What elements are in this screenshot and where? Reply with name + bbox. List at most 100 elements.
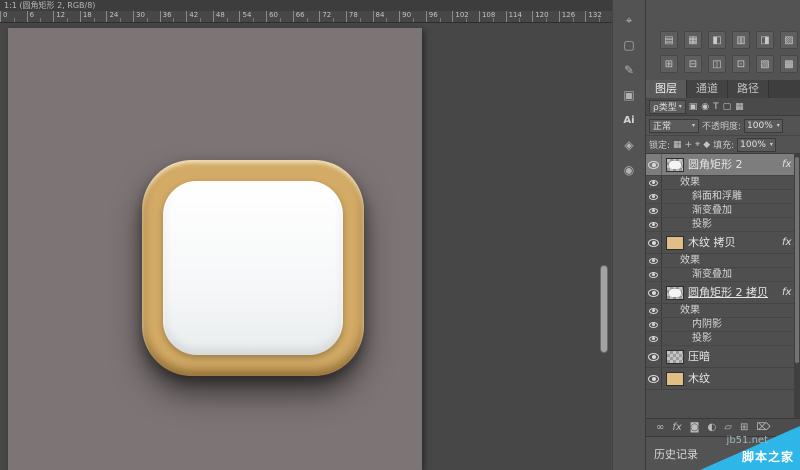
filter-type-icon[interactable]: ▦ [735, 102, 744, 112]
lock-icon[interactable]: ⌖ [695, 140, 700, 150]
move-tool-icon[interactable]: ⌖ [618, 9, 640, 31]
panel-dock-icon[interactable]: ▧ [756, 55, 774, 73]
ruler-number: 126 [562, 11, 575, 19]
fill-value[interactable]: 100% ▾ [737, 138, 776, 152]
panel-dock-icon[interactable]: ◫ [708, 55, 726, 73]
canvas-vertical-scrollbar[interactable] [600, 265, 608, 353]
layers-scrollbar-thumb[interactable] [795, 157, 799, 363]
layer-style-icon[interactable]: fx [672, 422, 681, 433]
panel-dock-icon[interactable]: ▩ [780, 55, 798, 73]
panel-dock-icon[interactable]: ◧ [708, 31, 726, 49]
link-layers-icon[interactable]: ∞ [656, 422, 664, 433]
eye-icon [648, 239, 659, 247]
history-label: 历史记录 [654, 448, 698, 461]
filter-kind-select[interactable]: ρ类型 ▾ [649, 100, 686, 114]
layers-scrollbar-track[interactable] [794, 154, 800, 418]
watermark-name: 脚本之家 [742, 448, 794, 465]
effect-row[interactable]: 斜面和浮雕 [646, 190, 800, 204]
visibility-toggle[interactable] [646, 282, 662, 303]
document-canvas[interactable] [8, 28, 422, 470]
visibility-toggle[interactable] [646, 154, 662, 175]
lock-icon[interactable]: ◆ [703, 140, 710, 150]
fx-badge[interactable]: fx [782, 287, 791, 298]
ruler-tick: 102 [452, 11, 479, 22]
lock-icon[interactable]: ▦ [673, 140, 682, 150]
visibility-toggle[interactable] [646, 218, 662, 231]
blend-mode-select[interactable]: 正常 ▾ [649, 119, 699, 133]
panel-dock-icon[interactable]: ▦ [684, 31, 702, 49]
photoshop-window: 1:1 (圆角矩形 2, RGB/8) 06121824303642485460… [0, 0, 800, 470]
visibility-toggle[interactable] [646, 318, 662, 331]
effect-name: 效果 [662, 304, 700, 318]
marquee-tool-icon[interactable]: ▢ [618, 34, 640, 56]
layer-name: 压暗 [688, 346, 800, 368]
panel-tab[interactable]: 图层 [646, 80, 687, 98]
add-layer-mask-icon[interactable]: ◙ [690, 422, 700, 433]
lock-icon[interactable]: + [685, 140, 693, 150]
visibility-toggle[interactable] [646, 232, 662, 253]
panel-dock-icon[interactable]: ▨ [780, 31, 798, 49]
ruler-tick: 24 [106, 11, 133, 22]
effect-row[interactable]: 投影 [646, 218, 800, 232]
shape-tool-icon[interactable]: ▣ [618, 84, 640, 106]
visibility-toggle[interactable] [646, 268, 662, 281]
wood-icon-inner-square [163, 181, 343, 355]
document-title: 1:1 (圆角矩形 2, RGB/8) [4, 1, 95, 10]
panel-dock-icon[interactable]: ⊟ [684, 55, 702, 73]
visibility-toggle[interactable] [646, 204, 662, 217]
fx-badge[interactable]: fx [782, 237, 791, 248]
filter-type-icon[interactable]: ▣ [689, 102, 698, 112]
ruler-number: 90 [402, 11, 411, 19]
fx-badge[interactable]: fx [782, 159, 791, 170]
panel-dock-row-1: ▤ ▦ ◧ ▥ ◨ ▨ [646, 28, 800, 52]
visibility-toggle[interactable] [646, 332, 662, 345]
visibility-toggle[interactable] [646, 346, 662, 367]
panel-tab[interactable]: 通道 [687, 80, 728, 98]
effect-row[interactable]: 效果 [646, 254, 800, 268]
visibility-toggle[interactable] [646, 304, 662, 317]
layer-row[interactable]: 压暗 [646, 346, 800, 368]
panel-dock-icon[interactable]: ▤ [660, 31, 678, 49]
ruler-tick: 6 [27, 11, 54, 22]
effect-row[interactable]: 渐变叠加 [646, 268, 800, 282]
ruler-tick: 132 [585, 11, 612, 22]
blend-mode-value: 正常 [653, 119, 671, 132]
ruler-tick: 120 [532, 11, 559, 22]
chevron-down-icon: ▾ [679, 103, 682, 110]
effect-row[interactable]: 效果 [646, 176, 800, 190]
layer-row[interactable]: 木纹 拷贝fx▴ [646, 232, 800, 254]
ruler-number: 84 [376, 11, 385, 19]
layer-rows: 圆角矩形 2fx▴效果斜面和浮雕渐变叠加投影木纹 拷贝fx▴效果渐变叠加圆角矩形… [646, 154, 800, 390]
rotate-view-tool-icon[interactable]: ◉ [618, 159, 640, 181]
effect-row[interactable]: 渐变叠加 [646, 204, 800, 218]
layer-row[interactable]: 圆角矩形 2 拷贝fx▴ [646, 282, 800, 304]
visibility-toggle[interactable] [646, 190, 662, 203]
filter-type-icon[interactable]: ◉ [701, 102, 709, 112]
eye-icon [649, 308, 658, 314]
document-tab[interactable]: 1:1 (圆角矩形 2, RGB/8) [0, 0, 612, 11]
panel-dock-icon[interactable]: ⊞ [660, 55, 678, 73]
pen-tool-icon[interactable]: ✎ [618, 59, 640, 81]
panel-dock-icon[interactable]: ▥ [732, 31, 750, 49]
eye-icon [649, 194, 658, 200]
eye-icon [649, 222, 658, 228]
opacity-value[interactable]: 100% ▾ [744, 119, 783, 133]
3d-tool-icon[interactable]: ◈ [618, 134, 640, 156]
effect-row[interactable]: 内阴影 [646, 318, 800, 332]
visibility-toggle[interactable] [646, 176, 662, 189]
panel-dock-icon[interactable]: ⊡ [732, 55, 750, 73]
effect-row[interactable]: 效果 [646, 304, 800, 318]
ai-badge-icon[interactable]: Ai [618, 109, 640, 131]
effect-row[interactable]: 投影 [646, 332, 800, 346]
filter-type-icon[interactable]: T [713, 102, 719, 112]
layer-row[interactable]: 圆角矩形 2fx▴ [646, 154, 800, 176]
canvas-area [0, 23, 612, 470]
panel-dock-icon[interactable]: ◨ [756, 31, 774, 49]
panel-dock-row-2: ⊞ ⊟ ◫ ⊡ ▧ ▩ [646, 52, 800, 76]
ruler-number: 78 [349, 11, 358, 19]
filter-type-icon[interactable]: ▢ [723, 102, 732, 112]
visibility-toggle[interactable] [646, 254, 662, 267]
panel-tab[interactable]: 路径 [728, 80, 769, 98]
visibility-toggle[interactable] [646, 368, 662, 389]
layer-row[interactable]: 木纹 [646, 368, 800, 390]
